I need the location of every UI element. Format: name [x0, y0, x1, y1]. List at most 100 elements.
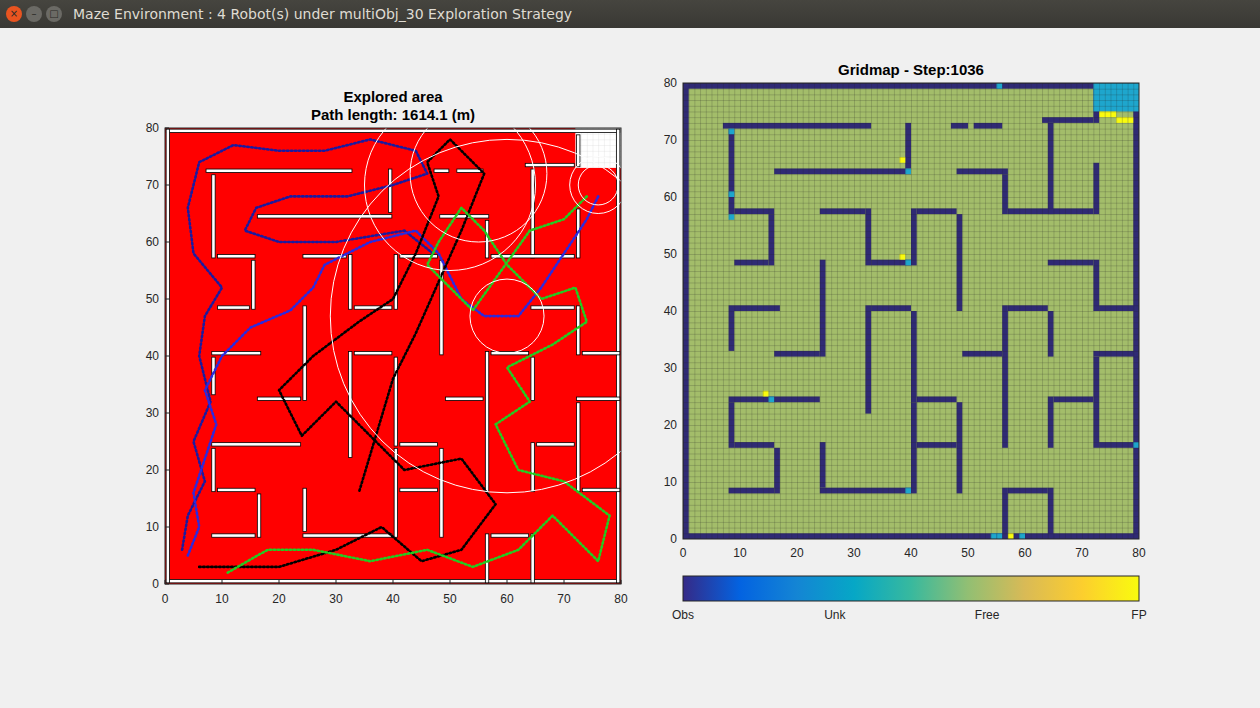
maze-wall: [577, 306, 580, 355]
y-tick-label: 80: [664, 76, 678, 90]
colorbar-label: Free: [975, 608, 1000, 622]
x-tick-label: 80: [614, 592, 628, 606]
maze-wall: [531, 443, 534, 492]
maze-wall: [257, 494, 260, 537]
plot-title: Gridmap - Step:1036: [838, 61, 984, 78]
y-tick-label: 80: [146, 121, 160, 135]
x-tick-label: 50: [443, 592, 457, 606]
y-tick-label: 10: [664, 475, 678, 489]
x-tick-label: 20: [790, 546, 804, 560]
maze-wall: [303, 306, 306, 401]
robot-path: [188, 196, 598, 555]
maze-wall: [485, 534, 488, 583]
maze-wall: [166, 129, 620, 132]
y-tick-label: 20: [146, 463, 160, 477]
maze-wall: [485, 220, 488, 258]
maze-wall: [206, 169, 352, 172]
y-tick-mark: [165, 242, 169, 243]
x-tick-label: 70: [1075, 546, 1089, 560]
y-tick-label: 20: [664, 418, 678, 432]
close-button[interactable]: ×: [6, 6, 22, 22]
figure-window: ×–□ Maze Environment : 4 Robot(s) under …: [0, 0, 1260, 708]
y-tick-mark: [165, 470, 169, 471]
x-tick-label: 80: [1132, 546, 1146, 560]
x-tick-label: 70: [557, 592, 571, 606]
maze-wall: [388, 169, 391, 212]
maze-wall: [400, 443, 438, 446]
sensor-circle: [570, 157, 621, 214]
x-tick-label: 60: [1018, 546, 1032, 560]
y-tick-mark: [165, 356, 169, 357]
y-tick-label: 40: [664, 304, 678, 318]
x-tick-mark: [222, 580, 223, 584]
x-tick-label: 40: [904, 546, 918, 560]
colorbar: [683, 576, 1139, 601]
grid-lines: [683, 83, 1139, 539]
x-tick-label: 60: [500, 592, 514, 606]
maze-wall: [531, 357, 534, 400]
maze-wall: [491, 534, 529, 537]
explored-area-plot: Explored areaPath length: 1614.1 (m)0102…: [130, 58, 640, 628]
y-tick-mark: [165, 185, 169, 186]
x-tick-mark: [165, 580, 166, 584]
axes-frame: [165, 128, 621, 584]
axes-frame: [683, 83, 1139, 539]
maze-wall: [217, 255, 255, 258]
y-tick-label: 60: [146, 235, 160, 249]
maze-wall: [445, 397, 483, 400]
maze-wall: [257, 215, 392, 218]
maze-wall: [354, 306, 392, 309]
colorbar-label: FP: [1131, 608, 1146, 622]
maze-wall: [212, 534, 255, 537]
y-tick-label: 50: [146, 292, 160, 306]
x-tick-mark: [507, 580, 508, 584]
robot-path: [182, 139, 433, 549]
minimize-button[interactable]: –: [26, 6, 42, 22]
y-tick-mark: [165, 299, 169, 300]
maze-wall: [212, 175, 215, 258]
x-tick-label: 30: [329, 592, 343, 606]
plot-title: Explored area: [343, 88, 443, 105]
y-tick-label: 30: [146, 406, 160, 420]
free-space: [683, 83, 1139, 539]
y-tick-label: 0: [670, 532, 677, 546]
x-tick-label: 30: [847, 546, 861, 560]
x-tick-label: 40: [386, 592, 400, 606]
maze-wall: [217, 488, 255, 491]
x-tick-label: 50: [961, 546, 975, 560]
maze-wall: [212, 351, 261, 354]
y-tick-mark: [165, 128, 169, 129]
title-bar: ×–□ Maze Environment : 4 Robot(s) under …: [0, 0, 1260, 28]
y-tick-label: 10: [146, 520, 160, 534]
maze-wall: [616, 129, 619, 583]
x-tick-label: 10: [215, 592, 229, 606]
maze-wall: [537, 443, 575, 446]
x-tick-label: 0: [680, 546, 687, 560]
x-tick-mark: [450, 580, 451, 584]
y-tick-mark: [165, 584, 169, 585]
maze-wall: [531, 306, 574, 309]
y-tick-label: 60: [664, 190, 678, 204]
sensor-circle: [470, 279, 544, 353]
x-tick-label: 0: [162, 592, 169, 606]
robot-path: [199, 139, 495, 567]
sensor-circle: [578, 165, 618, 205]
y-tick-label: 70: [146, 178, 160, 192]
maze-wall: [434, 169, 449, 172]
y-tick-label: 30: [664, 361, 678, 375]
maximize-button[interactable]: □: [46, 6, 62, 22]
x-tick-label: 10: [733, 546, 747, 560]
maze-wall: [582, 351, 620, 354]
maze-wall: [212, 443, 301, 446]
robot-path: [228, 196, 610, 572]
gridmap-plot: Gridmap - Step:1036 0 10 20 30 40 50 60 70 80 0 10 2…: [650, 58, 1170, 638]
x-tick-mark: [393, 580, 394, 584]
maze-wall: [252, 260, 255, 309]
y-tick-label: 70: [664, 133, 678, 147]
explored-region: [165, 128, 621, 584]
maze-wall: [303, 488, 306, 531]
maze-wall: [354, 351, 392, 354]
y-tick-label: 50: [664, 247, 678, 261]
maze-wall: [577, 135, 580, 167]
window-controls: ×–□: [6, 6, 62, 22]
